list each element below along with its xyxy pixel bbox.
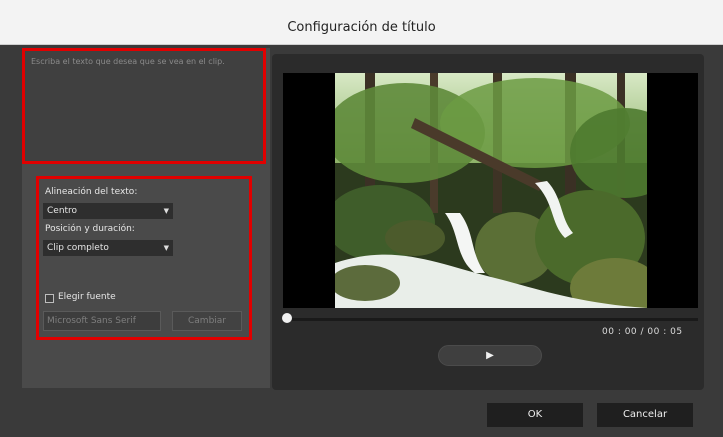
video-preview [283, 73, 698, 308]
chevron-down-icon: ▼ [163, 244, 169, 252]
position-duration-select[interactable]: Clip completo ▼ [43, 240, 173, 256]
title-text-input[interactable]: Escriba el texto que desea que se vea en… [22, 48, 266, 164]
font-name-field: Microsoft Sans Serif [43, 311, 161, 331]
alignment-value: Centro [47, 206, 78, 216]
video-frame-image [335, 73, 647, 308]
play-icon: ▶ [486, 350, 494, 361]
alignment-label: Alineación del texto: [45, 187, 138, 197]
dialog-title: Configuración de título [287, 20, 436, 35]
play-button[interactable]: ▶ [438, 345, 542, 366]
change-font-button: Cambiar [172, 311, 242, 331]
alignment-select[interactable]: Centro ▼ [43, 203, 173, 219]
choose-font-label[interactable]: Elegir fuente [58, 292, 116, 302]
choose-font-checkbox[interactable] [45, 294, 54, 303]
title-settings-dialog: Configuración de título Escriba el texto… [0, 0, 723, 437]
chevron-down-icon: ▼ [163, 207, 169, 215]
timeline-handle[interactable] [282, 313, 292, 323]
timecode-readout: 00 : 00 / 00 : 05 [602, 327, 683, 337]
dialog-titlebar: Configuración de título [0, 0, 723, 45]
title-text-placeholder: Escriba el texto que desea que se vea en… [31, 57, 225, 66]
text-options-group: Alineación del texto: Centro ▼ Posición … [36, 176, 252, 340]
cancel-button[interactable]: Cancelar [597, 403, 693, 427]
position-duration-value: Clip completo [47, 243, 109, 253]
ok-button[interactable]: OK [487, 403, 583, 427]
position-duration-label: Posición y duración: [45, 224, 135, 234]
timeline-track[interactable] [288, 318, 698, 321]
